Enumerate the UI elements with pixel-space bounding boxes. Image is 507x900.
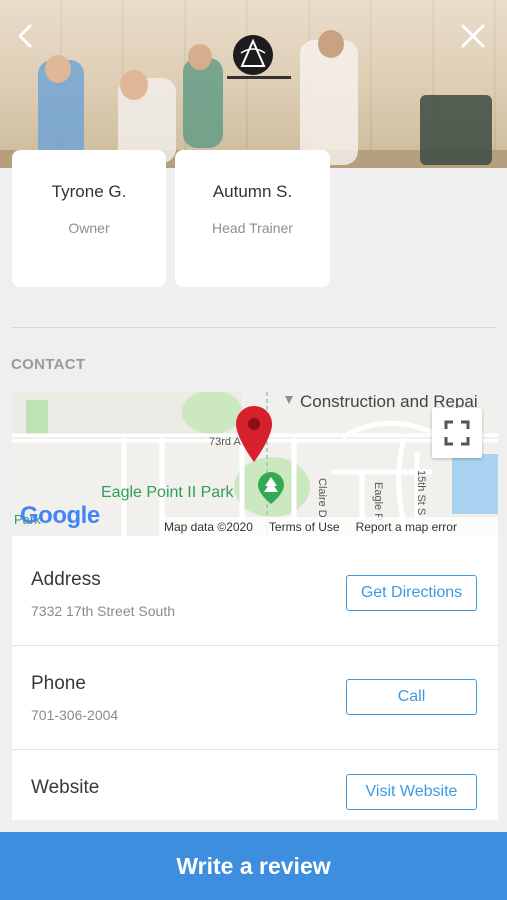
- contact-row-website: Website Visit Website: [12, 750, 498, 820]
- map-attribution: Map data ©2020 Terms of Use Report a map…: [160, 517, 498, 536]
- logo-mark: [233, 35, 273, 75]
- chevron-left-icon: [18, 24, 32, 48]
- phone-title: Phone: [31, 673, 86, 694]
- staff-card[interactable]: Tyrone G. Owner: [12, 150, 166, 287]
- location-pin-icon: [236, 406, 272, 462]
- map-data-label: Map data ©2020: [164, 519, 253, 534]
- staff-card[interactable]: Autumn S. Head Trainer: [175, 150, 330, 287]
- player-head: [188, 44, 212, 70]
- header-photo: [0, 0, 507, 168]
- back-button[interactable]: [8, 18, 44, 54]
- player-head: [45, 55, 71, 83]
- map-report-link[interactable]: Report a map error: [356, 520, 457, 534]
- academy-logo: [227, 35, 291, 83]
- write-review-button[interactable]: Write a review: [0, 832, 507, 900]
- address-value: 7332 17th Street South: [31, 603, 175, 619]
- staff-name: Autumn S.: [212, 182, 293, 201]
- map-street-label: 15th St S: [415, 470, 427, 516]
- map-terms-link[interactable]: Terms of Use: [269, 520, 340, 534]
- logo-caption: [227, 76, 291, 79]
- trainer-figure: [300, 40, 358, 165]
- map-fullscreen-button[interactable]: [432, 408, 482, 458]
- equipment-bag: [420, 95, 492, 165]
- close-icon: [461, 24, 485, 48]
- section-divider: [12, 327, 496, 328]
- phone-value: 701-306-2004: [31, 707, 119, 723]
- get-directions-button[interactable]: Get Directions: [346, 575, 477, 611]
- staff-role: Owner: [68, 220, 110, 236]
- trainer-head: [318, 30, 344, 58]
- player-head: [120, 70, 148, 100]
- location-map[interactable]: Construction and Repai 73rd A Eagle Poin…: [12, 392, 498, 536]
- call-button[interactable]: Call: [346, 679, 477, 715]
- website-title: Website: [31, 777, 100, 798]
- fullscreen-icon: [444, 420, 470, 446]
- staff-name: Tyrone G.: [51, 182, 127, 201]
- close-button[interactable]: [455, 18, 491, 54]
- visit-website-button[interactable]: Visit Website: [346, 774, 477, 810]
- google-logo: Google: [20, 502, 100, 529]
- contact-row-address: Address 7332 17th Street South Get Direc…: [12, 536, 498, 646]
- park-tree-icon: [258, 472, 284, 504]
- map-street-label: Eagle P: [372, 482, 384, 521]
- contact-section-label: CONTACT: [11, 356, 86, 373]
- map-street-label: Claire D: [316, 478, 328, 518]
- player-figure: [183, 58, 223, 148]
- contact-list: Address 7332 17th Street South Get Direc…: [12, 536, 498, 820]
- staff-role: Head Trainer: [212, 220, 293, 236]
- address-title: Address: [31, 569, 101, 590]
- map-park-label: Eagle Point II Park: [101, 484, 234, 501]
- contact-row-phone: Phone 701-306-2004 Call: [12, 646, 498, 750]
